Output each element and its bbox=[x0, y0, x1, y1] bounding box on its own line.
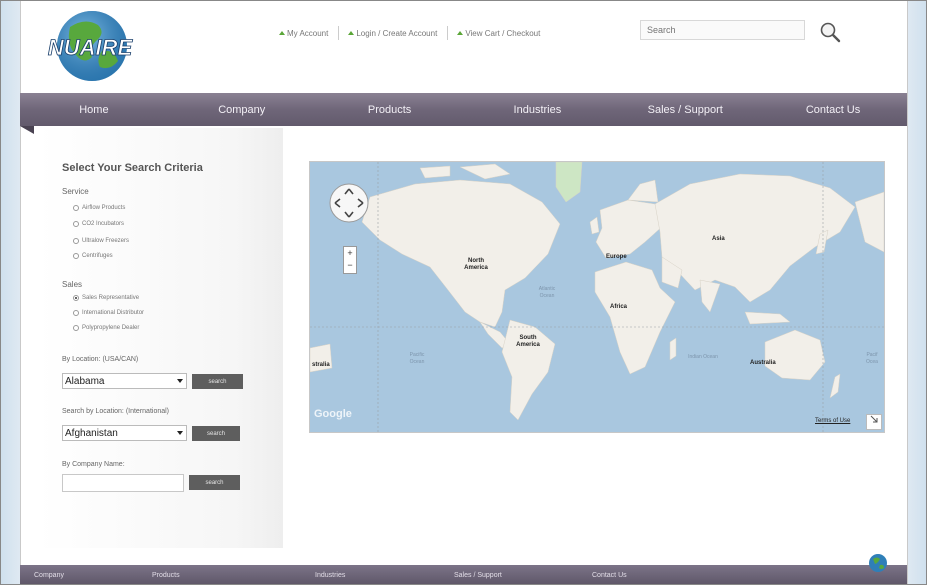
footer-sales-support[interactable]: Sales / Support bbox=[454, 572, 502, 579]
zoom-in-button[interactable]: + bbox=[344, 247, 356, 259]
chevron-down-icon bbox=[177, 431, 183, 435]
login-link[interactable]: Login / Create Account bbox=[339, 29, 447, 38]
map-label-australia-left: stralia bbox=[312, 362, 330, 368]
service-option-centrifuges[interactable]: Centrifuges bbox=[73, 253, 113, 259]
search-intl-button[interactable]: search bbox=[192, 426, 240, 441]
expand-icon bbox=[870, 415, 878, 423]
flag-icon bbox=[279, 31, 285, 35]
map-label-indian: Indian Ocean bbox=[688, 354, 718, 360]
map-label-pacific-left: Pacific Ocean bbox=[409, 352, 425, 365]
main-nav: Home Company Products Industries Sales /… bbox=[20, 93, 907, 126]
footer-contact-us[interactable]: Contact Us bbox=[592, 572, 627, 579]
nav-ribbon-fold bbox=[20, 126, 34, 134]
view-cart-label: View Cart / Checkout bbox=[465, 28, 541, 38]
nuaire-logo[interactable]: NUAIRE bbox=[40, 5, 140, 87]
logo-text: NUAIRE bbox=[48, 35, 134, 60]
map-label-europe: Europe bbox=[606, 254, 627, 260]
option-label: Polypropylene Dealer bbox=[82, 325, 140, 331]
location-intl-label: Search by Location: (International) bbox=[62, 408, 170, 415]
search-input[interactable] bbox=[640, 20, 805, 40]
map-label-africa: Africa bbox=[610, 304, 628, 310]
location-usa-label: By Location: (USA/CAN) bbox=[62, 356, 139, 363]
option-label: Airflow Products bbox=[82, 205, 126, 211]
radio-button[interactable] bbox=[73, 205, 79, 211]
map-label-south-america: South America bbox=[516, 335, 540, 348]
company-name-label: By Company Name: bbox=[62, 461, 125, 468]
top-links: My Account Login / Create Account View C… bbox=[270, 24, 550, 42]
map-label-north-america: North America bbox=[464, 258, 488, 271]
sales-option-distributor[interactable]: International Distributor bbox=[73, 310, 144, 316]
my-account-link[interactable]: My Account bbox=[270, 29, 338, 38]
footer-company[interactable]: Company bbox=[34, 572, 64, 579]
option-label: CO2 Incubators bbox=[82, 221, 125, 227]
flag-icon bbox=[348, 31, 355, 35]
service-option-freezers[interactable]: Ultralow Freezers bbox=[73, 238, 129, 244]
footer-nav: Company Products Industries Sales / Supp… bbox=[20, 565, 907, 585]
state-select-value: Alabama bbox=[65, 375, 105, 387]
map-expand-button[interactable] bbox=[866, 414, 882, 430]
zoom-out-button[interactable]: − bbox=[344, 259, 356, 271]
nav-industries[interactable]: Industries bbox=[463, 93, 611, 126]
terms-of-use-link[interactable]: Terms of Use bbox=[815, 418, 850, 424]
map-label-atlantic: Atlantic Ocean bbox=[538, 286, 556, 299]
chevron-down-icon bbox=[177, 379, 183, 383]
country-select-value: Afghanistan bbox=[65, 427, 118, 439]
search-icon[interactable] bbox=[818, 20, 842, 44]
footer-industries[interactable]: Industries bbox=[315, 572, 345, 579]
radio-button[interactable] bbox=[73, 325, 79, 331]
state-select[interactable]: Alabama bbox=[62, 373, 187, 389]
service-label: Service bbox=[62, 187, 89, 196]
map-label-asia: Asia bbox=[712, 236, 725, 242]
nav-company[interactable]: Company bbox=[168, 93, 316, 126]
option-label: International Distributor bbox=[82, 310, 145, 316]
radio-button[interactable] bbox=[73, 238, 79, 244]
map-pan-control[interactable] bbox=[328, 182, 370, 224]
search-company-button[interactable]: search bbox=[189, 475, 240, 490]
login-label: Login / Create Account bbox=[356, 28, 438, 38]
option-label: Ultralow Freezers bbox=[82, 238, 130, 244]
radio-button[interactable] bbox=[73, 221, 79, 227]
view-cart-link[interactable]: View Cart / Checkout bbox=[448, 29, 550, 38]
map-land bbox=[310, 162, 884, 432]
nav-sales-support[interactable]: Sales / Support bbox=[611, 93, 759, 126]
radio-button[interactable] bbox=[73, 310, 79, 316]
option-label: Centrifuges bbox=[82, 253, 113, 259]
sales-label: Sales bbox=[62, 280, 83, 289]
sidebar-title: Select Your Search Criteria bbox=[62, 162, 203, 174]
world-map[interactable]: + − North America South America Europe A… bbox=[309, 161, 885, 433]
sales-option-representative[interactable]: Sales Representative bbox=[73, 295, 139, 301]
map-label-pacific-right: Pacif Ocea bbox=[866, 352, 878, 365]
google-logo: Google bbox=[314, 408, 352, 420]
my-account-label: My Account bbox=[287, 28, 329, 38]
search-usa-button[interactable]: search bbox=[192, 374, 243, 389]
service-option-co2[interactable]: CO2 Incubators bbox=[73, 221, 124, 227]
footer-globe-icon bbox=[869, 554, 887, 572]
service-option-airflow[interactable]: Airflow Products bbox=[73, 205, 125, 211]
nav-products[interactable]: Products bbox=[316, 93, 464, 126]
option-label: Sales Representative bbox=[82, 295, 140, 301]
footer-products[interactable]: Products bbox=[152, 572, 180, 579]
flag-icon bbox=[457, 31, 464, 35]
map-zoom-control: + − bbox=[343, 246, 357, 274]
company-name-input[interactable] bbox=[62, 474, 184, 492]
country-select[interactable]: Afghanistan bbox=[62, 425, 187, 441]
nav-home[interactable]: Home bbox=[20, 93, 168, 126]
map-label-australia: Australia bbox=[750, 360, 776, 366]
sales-option-dealer[interactable]: Polypropylene Dealer bbox=[73, 325, 139, 331]
radio-button[interactable] bbox=[73, 253, 79, 259]
header-search bbox=[640, 20, 850, 44]
nav-contact-us[interactable]: Contact Us bbox=[759, 93, 907, 126]
radio-button-selected[interactable] bbox=[73, 295, 79, 301]
